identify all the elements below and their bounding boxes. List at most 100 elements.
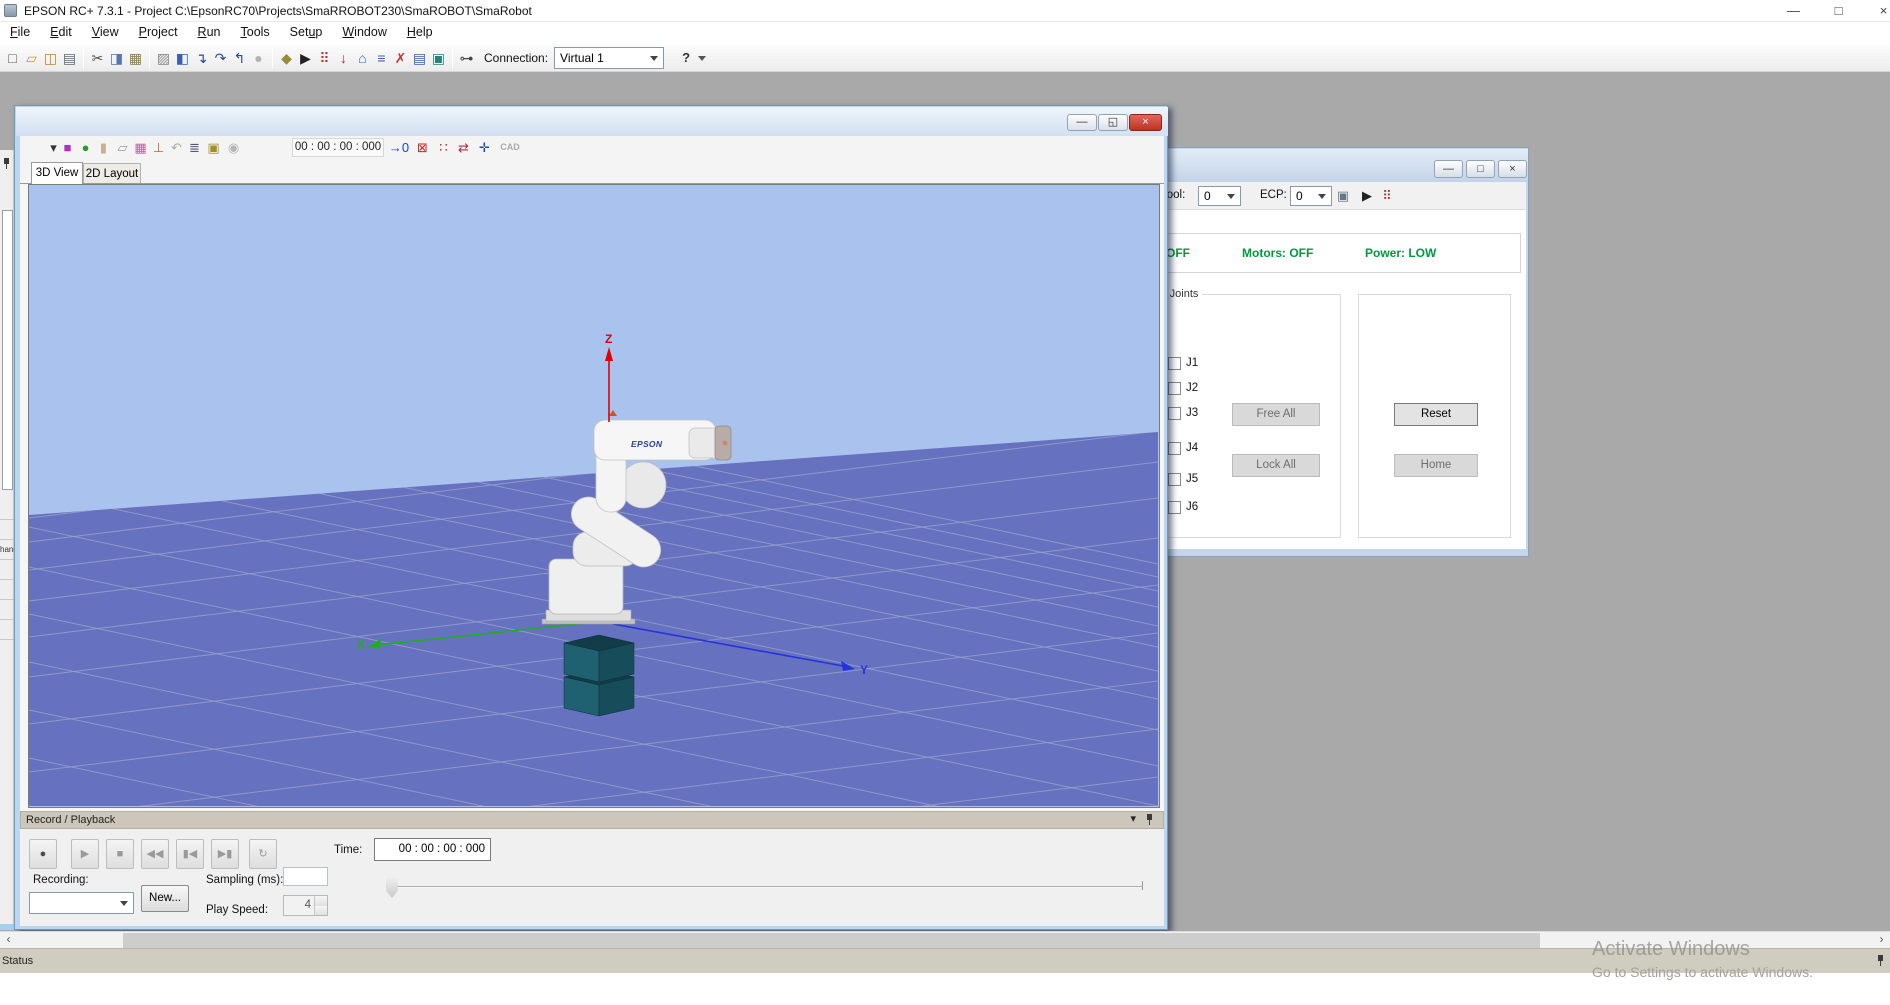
connection-plug-icon[interactable]: ⊶	[457, 47, 476, 69]
3d-scene[interactable]: XYEPSONZ	[29, 185, 1159, 807]
record-button[interactable]: ●	[29, 839, 57, 869]
program-window-icon[interactable]: ◧	[173, 47, 192, 69]
collapse-icon[interactable]: ▾	[1130, 812, 1136, 825]
open-file-icon[interactable]: ▱	[22, 47, 41, 69]
add-sphere-icon[interactable]: ●	[76, 138, 95, 157]
add-tool-icon[interactable]: ⊥	[149, 138, 168, 157]
menu-help[interactable]: Help	[397, 22, 443, 44]
speed-check-icon[interactable]: ⇄	[454, 138, 473, 157]
scrollbar-thumb[interactable]	[123, 933, 1540, 948]
run-icon[interactable]: ▶	[1357, 186, 1377, 206]
step-out-icon[interactable]: ↰	[230, 47, 249, 69]
joint-checkbox-j1[interactable]	[1168, 357, 1181, 370]
undo-icon[interactable]: ↶	[167, 138, 186, 157]
collision-off-icon[interactable]: ⊠	[413, 138, 432, 157]
print-icon[interactable]: ▤	[60, 47, 79, 69]
menu-run[interactable]: Run	[188, 22, 231, 44]
tab-3d-view[interactable]: 3D View	[31, 162, 83, 184]
menu-setup[interactable]: Setup	[280, 22, 333, 44]
rm-maximize-button[interactable]: □	[1466, 160, 1495, 178]
dock-listbox[interactable]	[2, 210, 13, 490]
sim-minimize-button[interactable]: —	[1067, 114, 1097, 131]
menu-tools[interactable]: Tools	[230, 22, 279, 44]
reset-button[interactable]: Reset	[1394, 403, 1478, 426]
recording-select[interactable]	[29, 892, 134, 914]
help-button[interactable]: ?	[678, 50, 694, 65]
add-plane-icon[interactable]: ▱	[113, 138, 132, 157]
joint-checkbox-j6[interactable]	[1168, 501, 1181, 514]
step-into-icon[interactable]: ↴	[192, 47, 211, 69]
step-over-icon[interactable]: ↷	[211, 47, 230, 69]
joint-checkbox-j4[interactable]	[1168, 442, 1181, 455]
joint-checkbox-j5[interactable]	[1168, 473, 1181, 486]
lock-all-button[interactable]: Lock All	[1232, 454, 1320, 477]
monitor-icon[interactable]: ▣	[204, 138, 223, 157]
command-window-icon[interactable]: ▤	[410, 47, 429, 69]
rm-minimize-button[interactable]: —	[1434, 160, 1463, 178]
minimize-button[interactable]: —	[1771, 0, 1816, 21]
sampling-field[interactable]	[283, 867, 328, 886]
scroll-right-icon[interactable]: ›	[1873, 932, 1890, 949]
sim-close-button[interactable]: ×	[1129, 114, 1162, 131]
close-button[interactable]: ×	[1861, 0, 1890, 21]
menu-file[interactable]: File	[0, 22, 40, 44]
stepper-arrows[interactable]	[314, 896, 327, 915]
download-icon[interactable]: ↓	[334, 47, 353, 69]
run-window-icon[interactable]: ▶	[296, 47, 315, 69]
record-playback-header[interactable]: Record / Playback	[20, 811, 1164, 829]
stop-icon[interactable]: ●	[249, 47, 268, 69]
playback-slider-thumb[interactable]	[386, 877, 398, 898]
3d-viewport[interactable]: XYEPSONZ	[28, 184, 1160, 808]
add-box-icon[interactable]: ■	[58, 138, 77, 157]
play-speed-stepper[interactable]: 4	[283, 895, 328, 916]
controller-icon[interactable]: ⌂	[353, 47, 372, 69]
vision-camera-icon[interactable]: ▣	[1333, 186, 1353, 206]
joint-checkbox-j2[interactable]	[1168, 382, 1181, 395]
add-cylinder-icon[interactable]: ▮	[94, 138, 113, 157]
paste-icon[interactable]: ▦	[126, 47, 145, 69]
free-all-button[interactable]: Free All	[1232, 403, 1320, 426]
build-icon[interactable]: ◆	[277, 47, 296, 69]
add-parts-icon[interactable]: ▦	[131, 138, 150, 157]
io-monitor-icon[interactable]: ⠿	[315, 47, 334, 69]
new-recording-button[interactable]: New...	[141, 885, 189, 912]
rewind-button[interactable]: ◀◀	[141, 839, 169, 869]
menu-window[interactable]: Window	[332, 22, 396, 44]
stop-button[interactable]: ■	[106, 839, 134, 869]
time-field[interactable]: 00 : 00 : 00 : 000	[374, 838, 491, 861]
menu-view[interactable]: View	[82, 22, 129, 44]
stepper-down-icon[interactable]	[315, 906, 327, 916]
joint-checkbox-j3[interactable]	[1168, 407, 1181, 420]
step-back-button[interactable]: ▮◀	[176, 839, 204, 869]
playback-slider-track[interactable]	[386, 886, 1143, 888]
tab-2d-layout[interactable]: 2D Layout	[83, 163, 141, 184]
play-button[interactable]: ▶	[71, 839, 99, 869]
vision-icon[interactable]: ▣	[429, 47, 448, 69]
stepper-up-icon[interactable]	[315, 896, 327, 906]
cad-icon[interactable]: CAD	[496, 138, 524, 157]
pin-icon[interactable]	[2, 158, 11, 170]
connection-select[interactable]: Virtual 1	[554, 47, 664, 69]
properties-icon[interactable]: ≣	[185, 138, 204, 157]
jog-icon[interactable]: ✛	[475, 138, 494, 157]
select-region-icon[interactable]: ▨	[154, 47, 173, 69]
pin-icon[interactable]	[1876, 955, 1885, 967]
video-record-icon[interactable]: ◉	[224, 138, 243, 157]
delete-tree-icon[interactable]: ✗	[391, 47, 410, 69]
tool-select[interactable]: 0	[1198, 186, 1241, 206]
task-manager-icon[interactable]: ≡	[372, 47, 391, 69]
cut-icon[interactable]: ✂	[88, 47, 107, 69]
sim-maximize-button[interactable]: ◱	[1098, 114, 1128, 131]
menu-edit[interactable]: Edit	[40, 22, 82, 44]
goto-zero-icon[interactable]: →0	[386, 138, 412, 157]
menu-project[interactable]: Project	[129, 22, 188, 44]
home-button[interactable]: Home	[1394, 454, 1478, 477]
open-project-icon[interactable]: ◫	[41, 47, 60, 69]
scroll-left-icon[interactable]: ‹	[0, 932, 17, 949]
maximize-button[interactable]: □	[1816, 0, 1861, 21]
copy-icon[interactable]: ◨	[107, 47, 126, 69]
help-dropdown-icon[interactable]	[698, 56, 706, 65]
collision-points-icon[interactable]: ∷	[434, 138, 453, 157]
ecp-select[interactable]: 0	[1290, 186, 1332, 206]
io-bits-icon[interactable]: ⠿	[1377, 186, 1397, 206]
